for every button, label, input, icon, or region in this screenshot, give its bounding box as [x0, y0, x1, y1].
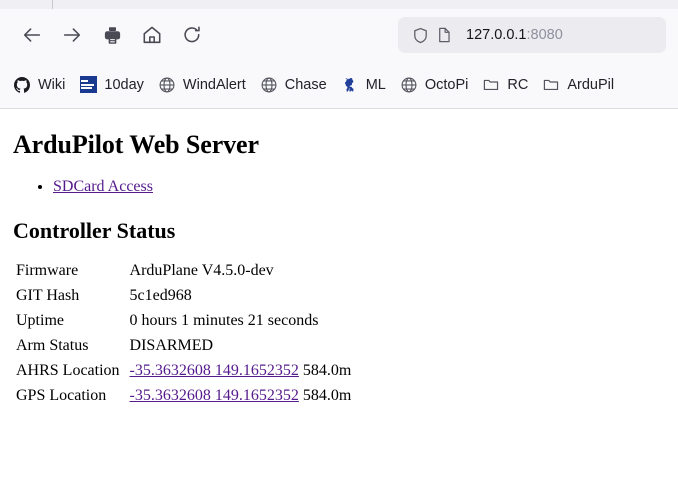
row-value: ArduPlane V4.5.0-dev [129, 261, 274, 279]
bookmark-label: Wiki [38, 76, 66, 93]
home-icon [141, 24, 163, 46]
browser-chrome: 127.0.0.1:8080 Wiki TheWeatherChannel 10… [0, 0, 678, 109]
forward-button[interactable] [52, 17, 92, 53]
bookmark-folder-ardupilot[interactable]: ArduPil [535, 69, 621, 101]
bookmarks-bar: Wiki TheWeatherChannel 10day WindAlert [0, 61, 678, 109]
bookmark-label: Chase [284, 76, 327, 93]
page-content: ArduPilot Web Server SDCard Access Contr… [0, 109, 678, 502]
table-row: GIT Hash 5c1ed968 [16, 283, 351, 308]
reload-button[interactable] [172, 17, 212, 53]
row-label: GIT Hash [16, 286, 80, 304]
ahrs-altitude-value: 584.0m [302, 361, 352, 379]
controller-status-heading: Controller Status [13, 218, 176, 243]
bookmark-label: ArduPil [567, 76, 615, 93]
row-value: 0 hours 1 minutes 21 seconds [129, 311, 319, 329]
bookmark-label: WindAlert [182, 76, 246, 93]
folder-icon [542, 76, 560, 94]
bookmark-label: RC [507, 76, 529, 93]
row-label: Firmware [16, 261, 79, 279]
address-bar[interactable]: 127.0.0.1:8080 [398, 17, 666, 53]
print-button[interactable] [92, 17, 132, 53]
table-row: Firmware ArduPlane V4.5.0-dev [16, 258, 351, 283]
row-label: Uptime [16, 311, 64, 329]
address-bar-container: 127.0.0.1:8080 [398, 17, 666, 53]
table-row: AHRS Location -35.3632608 149.1652352 58… [16, 358, 351, 383]
bookmark-windalert[interactable]: WindAlert [151, 69, 253, 101]
bookmark-label: 10day [104, 76, 144, 93]
row-value: -35.3632608 149.1652352 584.0m [130, 358, 352, 383]
back-button[interactable] [12, 17, 52, 53]
github-icon [13, 76, 31, 94]
row-label: GPS Location [16, 386, 107, 404]
table-row: Arm Status DISARMED [16, 333, 351, 358]
bookmark-chase[interactable]: Chase [253, 69, 334, 101]
url-port: :8080 [526, 27, 563, 43]
row-label: AHRS Location [16, 361, 120, 379]
arrow-left-icon [21, 24, 43, 46]
gps-altitude-value: 584.0m [302, 386, 352, 404]
row-value: -35.3632608 149.1652352 584.0m [130, 383, 352, 408]
arrow-right-icon [61, 24, 83, 46]
bookmark-folder-rc[interactable]: RC [475, 69, 535, 101]
navigation-toolbar: 127.0.0.1:8080 [0, 9, 678, 61]
table-row: GPS Location -35.3632608 149.1652352 584… [16, 383, 351, 408]
bookmark-ml[interactable]: ML [334, 69, 393, 101]
bookmark-octopi[interactable]: OctoPi [393, 69, 476, 101]
folder-icon [482, 76, 500, 94]
bookmark-label: ML [365, 76, 386, 93]
globe-icon [400, 76, 418, 94]
ahrs-location-link[interactable]: -35.3632608 149.1652352 [130, 362, 299, 379]
bookmark-wiki[interactable]: Wiki [6, 69, 72, 101]
list-item: SDCard Access [53, 178, 670, 196]
home-button[interactable] [132, 17, 172, 53]
link-list: SDCard Access [8, 178, 670, 196]
url-text: 127.0.0.1:8080 [466, 27, 563, 43]
shield-icon[interactable] [408, 23, 432, 47]
tab-strip [0, 0, 678, 9]
tab-divider [52, 0, 53, 9]
bookmark-label: OctoPi [424, 76, 469, 93]
reload-icon [181, 24, 203, 46]
controller-status-table: Firmware ArduPlane V4.5.0-dev GIT Hash 5… [16, 258, 351, 408]
ing-lion-icon [341, 76, 359, 94]
printer-icon [102, 25, 123, 46]
row-value: 5c1ed968 [129, 286, 192, 304]
row-label: Arm Status [16, 336, 89, 354]
weather-channel-icon: TheWeatherChannel [79, 76, 97, 94]
sdcard-access-link[interactable]: SDCard Access [53, 178, 153, 195]
globe-icon [260, 76, 278, 94]
page-title: ArduPilot Web Server [13, 130, 259, 159]
table-row: Uptime 0 hours 1 minutes 21 seconds [16, 308, 351, 333]
bookmark-10day[interactable]: TheWeatherChannel 10day [72, 69, 151, 101]
gps-location-link[interactable]: -35.3632608 149.1652352 [130, 387, 299, 404]
row-value: DISARMED [129, 336, 214, 354]
page-document-icon[interactable] [432, 23, 456, 47]
url-host: 127.0.0.1 [466, 27, 527, 43]
globe-icon [158, 76, 176, 94]
